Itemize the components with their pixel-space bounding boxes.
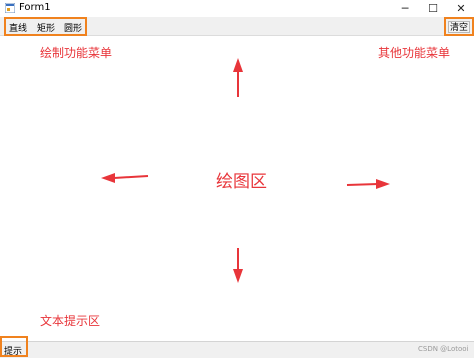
status-bar — [0, 341, 474, 358]
arrow-down-icon — [233, 248, 243, 283]
arrow-left-icon — [101, 173, 149, 183]
arrow-up-icon — [233, 58, 243, 97]
watermark-text: CSDN @Lotooi — [418, 345, 469, 353]
canvas-arrows — [101, 58, 390, 283]
arrow-right-icon — [346, 179, 390, 189]
status-highlight — [0, 336, 28, 357]
